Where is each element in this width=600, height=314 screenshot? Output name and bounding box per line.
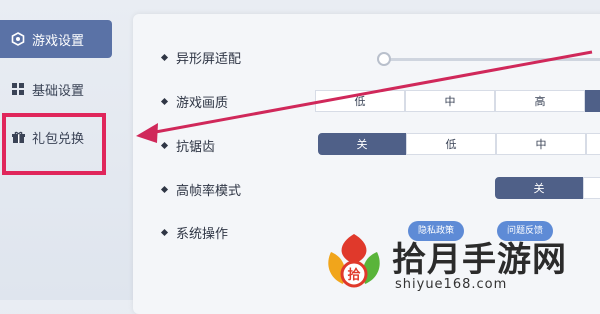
quality-label: 游戏画质: [176, 96, 229, 111]
svg-text:拾: 拾: [347, 267, 360, 283]
antialias-option-cut[interactable]: [586, 133, 600, 155]
antialias-option-mid[interactable]: 中: [496, 133, 586, 155]
high-fps-label: 高帧率模式: [176, 184, 242, 199]
high-fps-option-cut[interactable]: [583, 177, 600, 199]
high-fps-option-off[interactable]: 关: [495, 177, 583, 199]
gift-highlight-box: [2, 113, 106, 175]
diamond-bullet-icon: [160, 228, 169, 237]
grid-icon: [10, 81, 26, 97]
quality-segmented: 低 中 高: [315, 90, 600, 112]
shape-adapt-row: 异形屏适配: [160, 48, 242, 67]
hexagon-settings-icon: [10, 31, 26, 47]
antialias-option-off[interactable]: 关: [318, 133, 406, 155]
quality-row: 游戏画质: [160, 92, 229, 111]
system-ops-label: 系统操作: [176, 227, 229, 242]
system-ops-row: 系统操作: [160, 223, 229, 242]
antialias-option-low[interactable]: 低: [406, 133, 496, 155]
sidebar-item-label: 游戏设置: [32, 33, 85, 49]
diamond-bullet-icon: [160, 141, 169, 150]
sidebar-item-basic-settings[interactable]: 基础设置: [0, 70, 112, 108]
sidebar-item-game-settings[interactable]: 游戏设置: [0, 20, 112, 58]
diamond-bullet-icon: [160, 53, 169, 62]
antialias-segmented: 关 低 中: [318, 133, 600, 155]
watermark-url: shiyue168.com: [395, 277, 508, 292]
watermark-title: 拾月手游网: [392, 240, 567, 280]
watermark-logo: 拾: [328, 234, 380, 288]
diamond-bullet-icon: [160, 185, 169, 194]
sidebar-item-label: 基础设置: [32, 83, 85, 99]
quality-option-mid[interactable]: 中: [405, 90, 495, 112]
shape-adapt-slider-knob[interactable]: [377, 52, 391, 66]
high-fps-segmented: 关: [495, 177, 600, 199]
quality-option-low[interactable]: 低: [315, 90, 405, 112]
antialias-label: 抗锯齿: [176, 140, 216, 155]
quality-option-cut[interactable]: [585, 90, 600, 112]
diamond-bullet-icon: [160, 97, 169, 106]
antialias-row: 抗锯齿: [160, 136, 216, 155]
shape-adapt-label: 异形屏适配: [176, 52, 242, 67]
high-fps-row: 高帧率模式: [160, 180, 242, 199]
shape-adapt-slider-track[interactable]: [385, 58, 600, 61]
quality-option-high[interactable]: 高: [495, 90, 585, 112]
